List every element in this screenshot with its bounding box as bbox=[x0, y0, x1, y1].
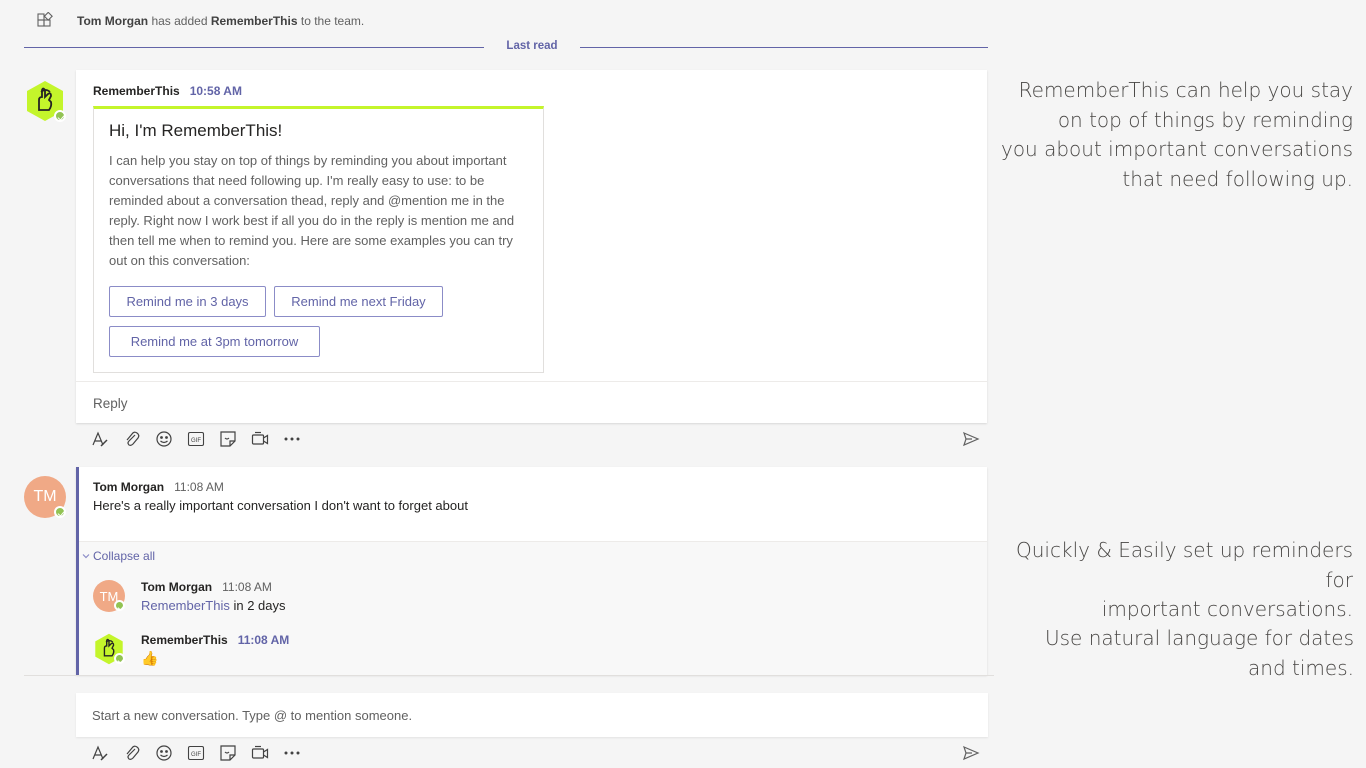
remind-next-friday-button[interactable]: Remind me next Friday bbox=[274, 286, 443, 317]
reply-label: Reply bbox=[93, 396, 128, 411]
avatar-initials: TM bbox=[33, 488, 57, 505]
bot-avatar[interactable] bbox=[24, 80, 66, 122]
compose-box[interactable]: Start a new conversation. Type @ to ment… bbox=[76, 693, 988, 737]
emoji-icon[interactable] bbox=[155, 744, 173, 762]
promo-line: and times. bbox=[1248, 655, 1354, 680]
message-author[interactable]: RememberThis bbox=[93, 84, 180, 98]
reply-avatar[interactable]: TM bbox=[93, 580, 125, 612]
card-body: I can help you stay on top of things by … bbox=[109, 153, 515, 268]
promo-line: RememberThis can help you stay bbox=[1018, 78, 1353, 102]
promo-block-1: RememberThis can help you stay on top of… bbox=[993, 76, 1353, 194]
reply-toolbar: GIF bbox=[91, 430, 315, 448]
promo-line: important conversations. bbox=[1101, 597, 1353, 621]
reply-author[interactable]: Tom Morgan bbox=[141, 580, 212, 594]
promo-line: that need following up. bbox=[1122, 166, 1353, 191]
compose-placeholder: Start a new conversation. Type @ to ment… bbox=[92, 708, 413, 723]
message-header: RememberThis 10:58 AM bbox=[93, 84, 242, 98]
promo-line: on top of things by reminding bbox=[1057, 107, 1353, 132]
compose-divider bbox=[24, 675, 994, 676]
more-options-icon[interactable] bbox=[283, 744, 301, 762]
system-subject: RememberThis bbox=[210, 14, 298, 28]
promo-line: Use natural language for dates bbox=[1044, 626, 1354, 650]
adaptive-card: Hi, I'm RememberThis! I can help you sta… bbox=[93, 106, 544, 373]
last-read-divider-left bbox=[24, 47, 484, 48]
reply-timestamp: 11:08 AM bbox=[222, 580, 272, 594]
thumbs-up-emoji: 👍 bbox=[141, 650, 159, 666]
reply-bot-avatar[interactable] bbox=[93, 633, 125, 665]
emoji-icon[interactable] bbox=[155, 430, 173, 448]
message-timestamp: 10:58 AM bbox=[189, 84, 242, 98]
attach-icon[interactable] bbox=[123, 430, 141, 448]
reply-text-body: in 2 days bbox=[229, 598, 286, 613]
message-text: Here's a really important conversation I… bbox=[93, 498, 468, 513]
mention-link[interactable]: RememberThis bbox=[141, 598, 230, 613]
collapse-all-link[interactable]: Collapse all bbox=[82, 549, 155, 563]
meet-now-icon[interactable] bbox=[251, 744, 269, 762]
reply-author[interactable]: RememberThis bbox=[141, 633, 228, 647]
collapse-all-label: Collapse all bbox=[93, 549, 156, 563]
format-icon[interactable] bbox=[91, 744, 109, 762]
send-icon[interactable] bbox=[962, 744, 980, 762]
send-icon[interactable] bbox=[962, 430, 980, 448]
reply-timestamp: 11:08 AM bbox=[237, 633, 290, 647]
user-avatar[interactable]: TM bbox=[24, 476, 66, 518]
promo-block-3: Use natural language for dates and times… bbox=[994, 624, 1354, 683]
reply-button[interactable]: Reply bbox=[76, 381, 987, 423]
promo-line: Quickly & Easily set up reminders for bbox=[1016, 538, 1353, 592]
system-actor: Tom Morgan bbox=[77, 14, 149, 28]
last-read-divider-right bbox=[580, 47, 988, 48]
reply-header: Tom Morgan 11:08 AM bbox=[141, 580, 272, 594]
gif-icon[interactable]: GIF bbox=[187, 744, 205, 762]
sticker-icon[interactable] bbox=[219, 744, 237, 762]
chevron-down-icon bbox=[82, 554, 90, 559]
reply-text: RememberThis in 2 days bbox=[141, 598, 286, 613]
gif-icon[interactable]: GIF bbox=[187, 430, 205, 448]
attach-icon[interactable] bbox=[123, 744, 141, 762]
reply-accent-bar bbox=[76, 571, 79, 621]
remind-3-days-button[interactable]: Remind me in 3 days bbox=[109, 286, 266, 317]
app-added-icon bbox=[37, 12, 53, 27]
system-message: Tom Morgan has added RememberThis to the… bbox=[36, 12, 364, 30]
last-read-label: Last read bbox=[506, 40, 558, 52]
more-options-icon[interactable] bbox=[283, 430, 301, 448]
message-author[interactable]: Tom Morgan bbox=[93, 480, 164, 494]
card-title: Hi, I'm RememberThis! bbox=[109, 121, 283, 140]
svg-text:GIF: GIF bbox=[191, 752, 201, 758]
reply-header: RememberThis 11:08 AM bbox=[141, 633, 289, 647]
meet-now-icon[interactable] bbox=[251, 430, 269, 448]
compose-toolbar: GIF bbox=[91, 744, 315, 762]
message-header: Tom Morgan 11:08 AM bbox=[93, 480, 224, 494]
remind-3pm-tomorrow-button[interactable]: Remind me at 3pm tomorrow bbox=[109, 326, 320, 357]
promo-line: you about important conversations bbox=[1000, 137, 1353, 161]
svg-text:GIF: GIF bbox=[191, 438, 201, 444]
system-text-middle: has added bbox=[148, 14, 211, 28]
sticker-icon[interactable] bbox=[219, 430, 237, 448]
format-icon[interactable] bbox=[91, 430, 109, 448]
system-text-suffix: to the team. bbox=[297, 14, 365, 28]
promo-block-2: Quickly & Easily set up reminders for im… bbox=[983, 536, 1353, 625]
presence-available-icon bbox=[54, 110, 66, 122]
presence-available-icon bbox=[114, 600, 125, 611]
presence-available-icon bbox=[114, 653, 125, 664]
message-timestamp: 11:08 AM bbox=[174, 480, 224, 494]
presence-available-icon bbox=[54, 506, 66, 518]
